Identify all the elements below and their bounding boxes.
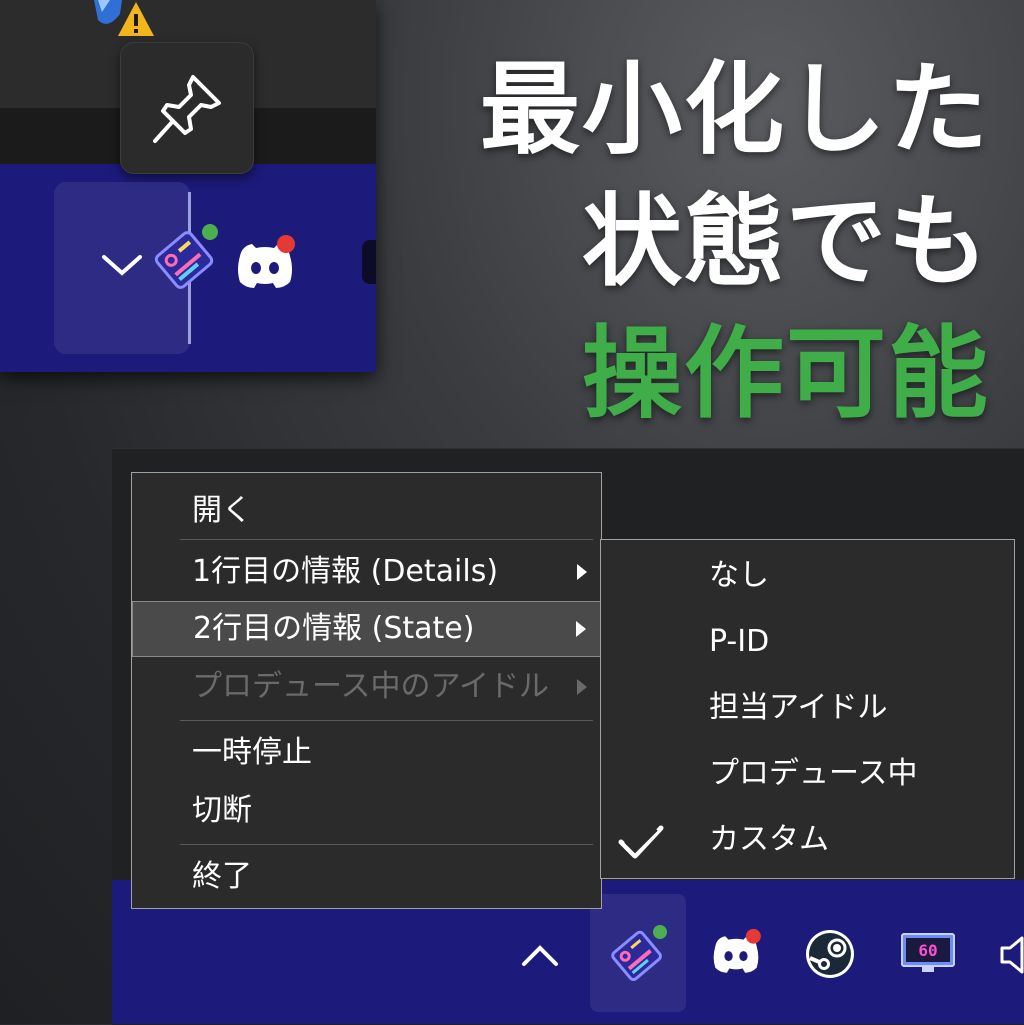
chevron-up-icon[interactable] — [520, 940, 560, 970]
context-menu: 開く 1行目の情報 (Details) 2行目の情報 (State) プロデュー… — [131, 472, 602, 909]
pin-tooltip[interactable] — [120, 42, 254, 174]
app-tray-icon[interactable] — [608, 922, 670, 984]
menu-item-producing-idol: プロデュース中のアイドル — [132, 657, 601, 717]
submenu-arrow-icon — [576, 621, 586, 637]
checkmark-icon — [618, 825, 664, 859]
discord-icon[interactable] — [708, 928, 764, 976]
headline-line-3: 操作可能 — [582, 315, 990, 432]
menu-separator — [180, 844, 593, 845]
app-tray-icon[interactable] — [150, 222, 222, 292]
state-submenu: なし P-ID 担当アイドル プロデュース中 カスタム — [600, 539, 1015, 879]
menu-item-open[interactable]: 開く — [132, 481, 601, 541]
menu-item-exit[interactable]: 終了 — [132, 847, 601, 907]
discord-icon[interactable] — [232, 234, 298, 292]
headline: 最小化した 状態でも 操作可能 — [430, 44, 990, 440]
shield-warning-icon — [94, 0, 154, 36]
menu-item-disconnect[interactable]: 切断 — [132, 781, 601, 841]
pin-icon — [153, 75, 221, 143]
submenu-arrow-icon — [577, 679, 587, 695]
submenu-arrow-icon — [577, 564, 587, 580]
submenu-item-custom[interactable]: カスタム — [601, 808, 1014, 872]
menu-separator — [180, 539, 593, 540]
submenu-item-assigned-idol[interactable]: 担当アイドル — [601, 676, 1014, 740]
headline-line-2: 状態でも — [582, 183, 990, 300]
chevron-down-icon — [102, 255, 142, 276]
menu-separator — [180, 720, 593, 721]
minimized-tray-inset — [0, 0, 376, 372]
menu-item-details[interactable]: 1行目の情報 (Details) — [132, 543, 601, 601]
volume-icon[interactable] — [1000, 934, 1024, 976]
svg-text:60: 60 — [918, 941, 937, 960]
menu-item-state[interactable]: 2行目の情報 (State) — [132, 601, 601, 657]
monitor-fps-icon[interactable]: 60 — [900, 932, 956, 976]
menu-item-pause[interactable]: 一時停止 — [132, 723, 601, 783]
steam-icon[interactable] — [804, 928, 856, 980]
submenu-item-none[interactable]: なし — [601, 544, 1014, 608]
headline-line-1: 最小化した — [480, 51, 990, 168]
submenu-item-producing[interactable]: プロデュース中 — [601, 742, 1014, 806]
submenu-item-pid[interactable]: P-ID — [601, 610, 1014, 674]
